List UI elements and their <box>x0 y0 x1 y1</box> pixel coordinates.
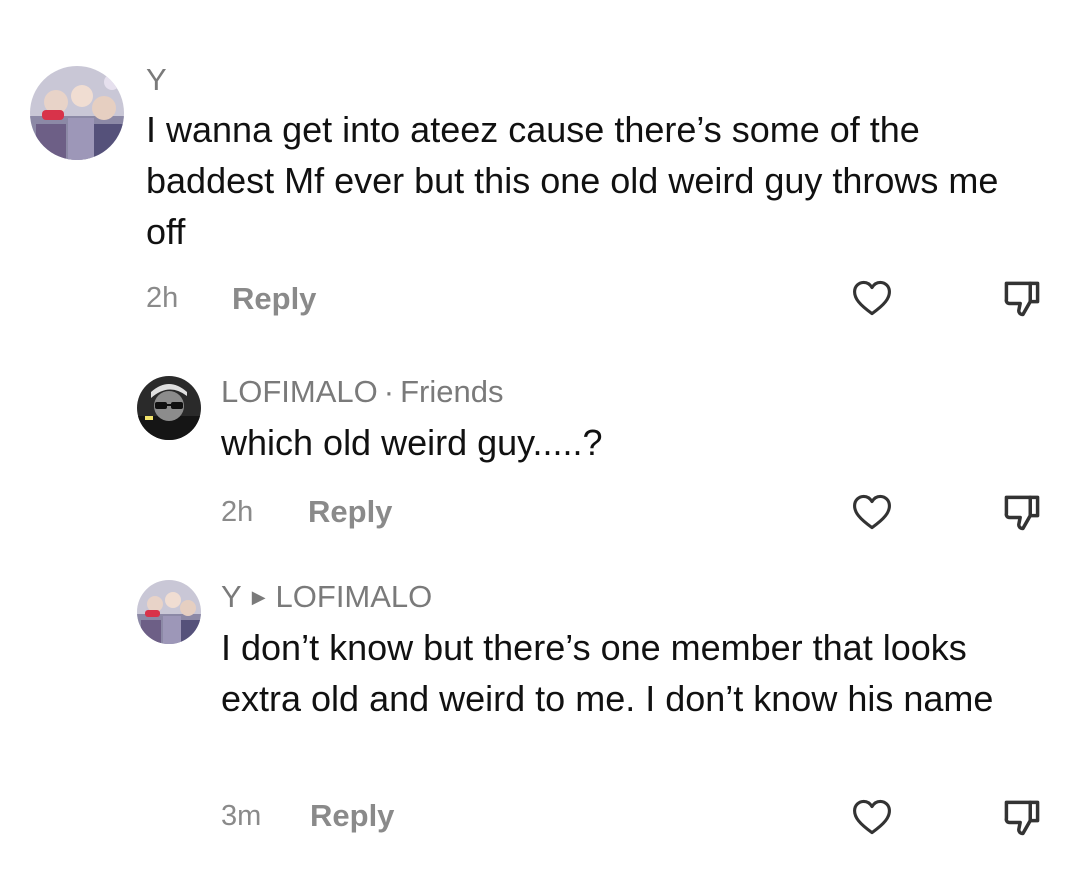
heart-outline-icon[interactable] <box>850 276 894 320</box>
comment-username[interactable]: Y ▶ LOFIMALO <box>221 581 432 612</box>
comment-timestamp: 2h <box>146 282 179 314</box>
avatar[interactable] <box>137 376 201 440</box>
username-text: Y <box>221 579 242 614</box>
reply-to-username: LOFIMALO <box>275 579 433 614</box>
comment-text: I don’t know but there’s one member that… <box>221 627 994 719</box>
avatar[interactable] <box>137 580 201 644</box>
reply-button[interactable]: Reply <box>308 496 392 527</box>
avatar[interactable] <box>30 66 124 160</box>
comment-timestamp: 2h <box>221 496 254 528</box>
comment-username[interactable]: LOFIMALO · Friends <box>221 376 503 407</box>
reply-button[interactable]: Reply <box>310 800 394 831</box>
thumbs-down-icon[interactable] <box>1000 795 1044 839</box>
username-text: Y <box>146 62 167 97</box>
comment-username[interactable]: Y <box>146 64 167 95</box>
username-text: LOFIMALO <box>221 374 378 409</box>
heart-outline-icon[interactable] <box>850 490 894 534</box>
avatar-image <box>30 66 124 160</box>
heart-outline-icon[interactable] <box>850 795 894 839</box>
friends-label: Friends <box>400 374 504 409</box>
avatar-image <box>137 376 201 440</box>
username-separator: · <box>383 374 395 409</box>
comment-timestamp: 3m <box>221 800 262 832</box>
thumbs-down-icon[interactable] <box>1000 490 1044 534</box>
avatar-image <box>137 580 201 644</box>
thumbs-down-icon[interactable] <box>1000 276 1044 320</box>
comment-text: I wanna get into ateez cause there’s som… <box>146 109 999 252</box>
comment-text: which old weird guy.....? <box>221 422 603 463</box>
reply-button[interactable]: Reply <box>232 283 316 314</box>
reply-arrow-icon: ▶ <box>251 587 266 607</box>
